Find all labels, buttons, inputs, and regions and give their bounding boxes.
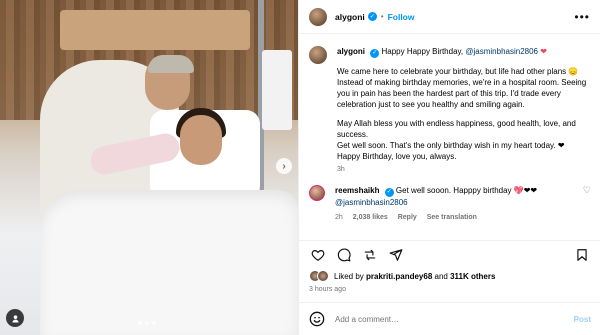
comment-icon[interactable]: [335, 246, 353, 264]
author-username[interactable]: alygoni: [335, 12, 365, 22]
caption-text: alygoni ✓ Happy Happy Birthday, @jasminb…: [337, 46, 587, 175]
photo-bed-panel: [60, 10, 250, 50]
more-options-icon[interactable]: •••: [574, 10, 590, 24]
comment-likes[interactable]: 2,038 likes: [353, 214, 388, 221]
send-icon[interactable]: [387, 246, 405, 264]
caption-paragraph-3: Get well soon. That's the only birthday …: [337, 141, 565, 161]
caption-username[interactable]: alygoni: [337, 47, 365, 56]
comment-age: 2h: [335, 214, 343, 221]
instagram-post-view: › alygoni ✓ • Follow ••• alygoni ✓ Happy…: [0, 0, 600, 335]
liker-avatar: [317, 270, 329, 282]
photo-cap: [148, 55, 194, 73]
photo-blanket: [40, 190, 298, 335]
add-comment-bar: Post: [299, 302, 600, 335]
comment-text: Get well sooon. Happpy birthday 💖❤❤: [393, 186, 538, 195]
post-header: alygoni ✓ • Follow •••: [299, 0, 600, 34]
carousel-dot-active: [138, 321, 142, 325]
bookmark-icon[interactable]: [573, 246, 591, 264]
commenter-username[interactable]: reemshaikh: [335, 186, 379, 195]
comment-input[interactable]: [335, 314, 574, 324]
caption-heart: ❤: [540, 47, 547, 56]
caption-first-line: alygoni ✓ Happy Happy Birthday, @jasminb…: [337, 46, 587, 58]
carousel-dots: [138, 321, 156, 325]
carousel-dot: [152, 321, 156, 325]
photo-woman-head: [180, 115, 222, 165]
heart-icon[interactable]: [309, 246, 327, 264]
caption-greeting: Happy Happy Birthday,: [381, 47, 466, 56]
caption-paragraph-2: May Allah bless you with endless happine…: [337, 119, 576, 139]
photo-monitor: [262, 50, 292, 130]
liked-by-text: Liked by prakriti.pandey68 and 311K othe…: [334, 272, 495, 281]
comment-mention-link[interactable]: @jasminbhasin2806: [335, 197, 575, 208]
post-comment-button[interactable]: Post: [574, 315, 591, 324]
verified-badge-icon: ✓: [384, 188, 394, 197]
commenter-avatar[interactable]: [309, 185, 325, 201]
post-photo[interactable]: ›: [0, 0, 298, 335]
comment-item: reemshaikh ✓ Get well sooon. Happpy birt…: [309, 185, 591, 223]
liked-by-prefix: Liked by: [334, 271, 367, 281]
emoji-icon[interactable]: [309, 311, 325, 327]
verified-badge-icon: ✓: [367, 12, 377, 21]
post-sidebar: alygoni ✓ • Follow ••• alygoni ✓ Happy H…: [298, 0, 600, 335]
comment-body: reemshaikh ✓ Get well sooon. Happpy birt…: [335, 185, 575, 223]
carousel-dot: [145, 321, 149, 325]
follow-button[interactable]: Follow: [388, 12, 415, 22]
caption-mention-link[interactable]: @jasminbhasin2806: [465, 47, 538, 56]
caption-paragraph-1: We came here to celebrate your birthday,…: [337, 67, 587, 109]
liked-by: Liked by prakriti.pandey68 and 311K othe…: [309, 270, 495, 282]
user-tag-icon[interactable]: [6, 309, 24, 327]
liked-by-user[interactable]: prakriti.pandey68: [366, 272, 432, 281]
share-icon[interactable]: [361, 246, 379, 264]
separator-dot: •: [380, 12, 384, 21]
post-timestamp: 3 hours ago: [309, 286, 346, 293]
liked-by-and: and: [432, 271, 451, 281]
verified-badge-icon: ✓: [370, 49, 380, 58]
action-bar: [299, 240, 600, 268]
comment-like-icon[interactable]: ♡: [583, 185, 591, 196]
liked-by-others[interactable]: 311K others: [450, 272, 495, 281]
see-translation-link[interactable]: See translation: [427, 214, 477, 221]
author-avatar[interactable]: [309, 7, 327, 26]
caption-age: 3h: [337, 166, 345, 173]
comment-meta: 2h 2,038 likes Reply See translation: [335, 212, 575, 223]
caption-avatar[interactable]: [309, 46, 327, 64]
comment-reply-button[interactable]: Reply: [398, 214, 417, 221]
chevron-right-icon[interactable]: ›: [276, 158, 292, 174]
caption: alygoni ✓ Happy Happy Birthday, @jasminb…: [309, 46, 591, 175]
comments-area: alygoni ✓ Happy Happy Birthday, @jasminb…: [299, 34, 600, 234]
